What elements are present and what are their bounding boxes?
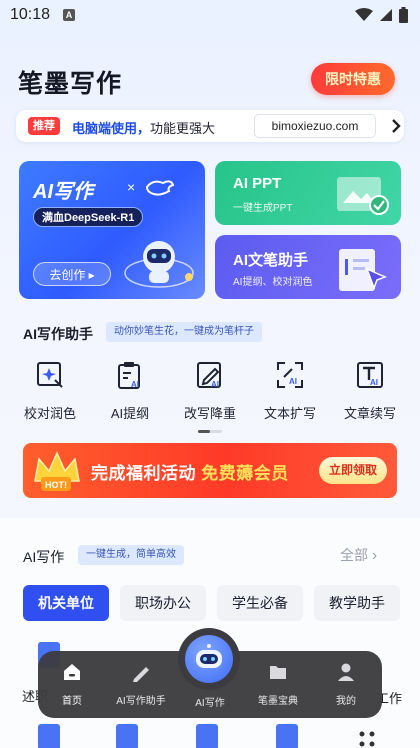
ai-ppt-subtitle: 一键生成PPT — [233, 203, 293, 214]
tool-continue[interactable]: AI 文章续写 — [334, 358, 406, 422]
banner-text: 完成福利活动 免费薅会员 — [91, 459, 289, 484]
tool-label: 文本扩写 — [263, 406, 316, 421]
ai-pen-assistant-card[interactable]: AI文笔助手 AI提纲、校对润色 — [215, 235, 401, 299]
status-bar: 10:18 A — [0, 0, 420, 30]
tab-label: 首页 — [62, 696, 82, 707]
status-time: 10:18 — [10, 6, 51, 23]
tab-student[interactable]: 学生必备 — [217, 585, 303, 621]
sparkle-edit-icon — [37, 362, 63, 388]
wifi-icon — [355, 8, 373, 21]
svg-text:AI: AI — [370, 378, 378, 387]
ai-pen-title: AI文笔助手 — [233, 252, 309, 269]
tool-label: 文章续写 — [343, 406, 396, 421]
claim-now-button[interactable]: 立即领取 — [319, 457, 387, 484]
tab-workplace[interactable]: 职场办公 — [120, 585, 206, 621]
tool-label: AI提纲 — [110, 406, 150, 421]
svg-text:AI: AI — [211, 380, 219, 389]
assistant-tagline: 动你妙笔生花，一键成为笔杆子 — [106, 322, 262, 342]
tool-label: 改写降重 — [183, 406, 236, 421]
tab-teaching[interactable]: 教学助手 — [314, 585, 400, 621]
tool-expand[interactable]: AI 文本扩写 — [254, 358, 326, 422]
home-icon — [64, 664, 80, 680]
pc-promo-text: 电脑端使用，功能更强大 — [72, 118, 215, 137]
ai-write-fab[interactable] — [178, 628, 240, 690]
view-all-link[interactable]: 全部 › — [340, 545, 377, 565]
template-doc-icon — [276, 724, 298, 748]
pc-promo-bar[interactable]: 推荐 电脑端使用，功能更强大 bimoxiezuo.com — [16, 110, 404, 142]
template-doc-icon — [116, 724, 138, 748]
assistant-tools: 校对润色 AI AI提纲 AI 改写降重 AI 文本扩写 AI 文章续写 — [14, 358, 406, 422]
crown-hot-icon: HOT! — [34, 451, 80, 491]
tab-label: 笔墨宝典 — [258, 696, 298, 707]
page-indicator — [198, 430, 222, 433]
start-creating-button[interactable]: 去创作 ▸ — [33, 262, 111, 286]
welfare-banner[interactable]: HOT! 完成福利活动 免费薅会员 立即领取 — [23, 443, 397, 498]
ai-writing-card-title: AI写作 — [33, 181, 93, 203]
whale-icon — [145, 180, 175, 196]
tab-mine[interactable]: 我的 — [312, 661, 380, 707]
document-cursor-icon — [339, 249, 387, 291]
clipboard-ai-icon: AI — [118, 362, 140, 389]
robot-icon — [124, 241, 194, 288]
pen-icon — [133, 667, 149, 682]
text-ai-icon: AI — [357, 362, 383, 388]
pc-url: bimoxiezuo.com — [254, 114, 376, 138]
tab-baodian[interactable]: 笔墨宝典 — [244, 661, 312, 707]
more-grid-icon[interactable] — [358, 730, 376, 748]
ai-ppt-card[interactable]: AI PPT 一键生成PPT — [215, 161, 401, 225]
robot-icon — [185, 635, 233, 683]
folder-icon — [270, 666, 286, 679]
expand-ai-icon: AI — [277, 362, 303, 388]
template-doc-icon — [196, 724, 218, 748]
times-sign: × — [127, 179, 136, 195]
tool-rewrite[interactable]: AI 改写降重 — [174, 358, 246, 422]
tool-outline[interactable]: AI AI提纲 — [94, 358, 166, 422]
signal-icon — [380, 9, 392, 21]
ai-pen-subtitle: AI提纲、校对润色 — [233, 277, 313, 288]
view-all-label: 全部 — [340, 547, 368, 563]
tab-label: 我的 — [336, 696, 356, 707]
pc-promo-text-bold: 电脑端使用， — [72, 121, 151, 136]
category-tabs: 机关单位 职场办公 学生必备 教学助手 — [23, 585, 400, 621]
assistant-section-title: AI写作助手 — [23, 326, 93, 342]
notification-icon: A — [63, 9, 75, 21]
hot-label: HOT! — [45, 480, 67, 490]
tool-proofread[interactable]: 校对润色 — [14, 358, 86, 422]
chevron-right-icon[interactable] — [390, 118, 402, 134]
svg-text:AI: AI — [131, 380, 139, 389]
page-indicator-active — [198, 430, 210, 433]
robot-face-icon — [196, 644, 222, 668]
writing-section-title: AI写作 — [23, 549, 65, 565]
tab-home[interactable]: 首页 — [38, 661, 106, 707]
writing-tagline: 一键生成，简单高效 — [78, 545, 184, 565]
chevron-right-icon: › — [371, 547, 378, 564]
pen-edit-icon: AI — [197, 362, 221, 389]
tab-ai-assistant[interactable]: AI写作助手 — [106, 661, 176, 707]
banner-text-b: 免费薅会员 — [201, 464, 289, 483]
tab-label: AI写作 — [195, 698, 225, 709]
tool-label: 校对润色 — [23, 406, 76, 421]
svg-text:AI: AI — [289, 377, 297, 386]
tab-government[interactable]: 机关单位 — [23, 585, 109, 621]
deepseek-badge: 满血DeepSeek-R1 — [33, 207, 144, 227]
user-icon — [338, 663, 354, 681]
battery-icon — [399, 7, 408, 23]
slides-icon — [337, 177, 389, 215]
pc-promo-text-rest: 功能更强大 — [150, 121, 216, 136]
limited-offer-button[interactable]: 限时特惠 — [311, 63, 395, 95]
app-header: 笔墨写作 限时特惠 — [0, 58, 420, 102]
ai-writing-card[interactable]: AI写作 × 满血DeepSeek-R1 去创作 ▸ — [19, 161, 205, 299]
app-title: 笔墨写作 — [18, 70, 123, 98]
template-doc-icon — [38, 724, 60, 748]
status-icons — [355, 7, 408, 23]
banner-text-a: 完成福利活动 — [91, 464, 202, 483]
ai-ppt-title: AI PPT — [233, 175, 282, 192]
recommend-badge: 推荐 — [28, 117, 60, 135]
tab-label: AI写作助手 — [116, 696, 166, 707]
